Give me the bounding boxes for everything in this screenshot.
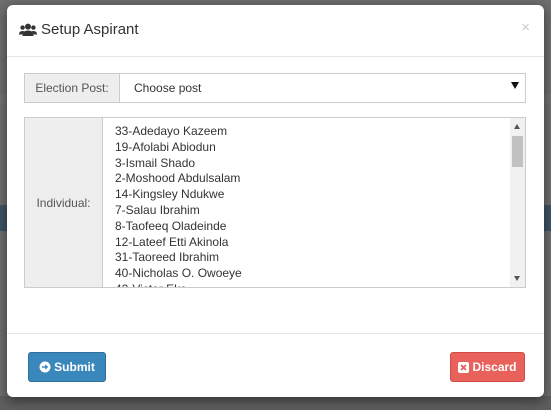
submit-button[interactable]: Submit bbox=[28, 352, 106, 382]
election-post-group: Election Post: Choose post bbox=[24, 73, 526, 103]
list-item[interactable]: 40-Nicholas O. Owoeye bbox=[115, 266, 242, 282]
election-post-selected-value: Choose post bbox=[134, 81, 202, 95]
election-post-label: Election Post: bbox=[24, 73, 119, 103]
scroll-up-icon[interactable] bbox=[514, 124, 520, 129]
individual-group: Individual: 33-Adedayo Kazeem 19-Afolabi … bbox=[24, 117, 526, 288]
list-item[interactable]: 31-Taoreed Ibrahim bbox=[115, 250, 242, 266]
list-item[interactable]: 2-Moshood Abdulsalam bbox=[115, 171, 242, 187]
close-icon[interactable]: × bbox=[521, 19, 530, 36]
list-item[interactable]: 14-Kingsley Ndukwe bbox=[115, 187, 242, 203]
times-icon bbox=[458, 361, 470, 373]
election-post-select[interactable]: Choose post bbox=[119, 73, 526, 103]
discard-button[interactable]: Discard bbox=[450, 352, 525, 382]
modal-title: Setup Aspirant bbox=[19, 21, 139, 38]
individual-listbox[interactable]: 33-Adedayo Kazeem 19-Afolabi Abiodun 3-Ism… bbox=[102, 117, 526, 288]
modal-footer: Submit Discard bbox=[7, 333, 544, 397]
discard-label: Discard bbox=[472, 360, 517, 374]
modal-title-text: Setup Aspirant bbox=[41, 21, 139, 38]
users-icon bbox=[19, 23, 37, 36]
arrow-right-icon bbox=[39, 361, 51, 373]
caret-down-icon bbox=[511, 82, 519, 89]
list-item[interactable]: 33-Adedayo Kazeem bbox=[115, 124, 242, 140]
scroll-down-icon[interactable] bbox=[514, 276, 520, 281]
list-item[interactable]: 8-Taofeeq Oladeinde bbox=[115, 219, 242, 235]
individual-label: Individual: bbox=[24, 117, 102, 288]
list-item[interactable]: 7-Salau Ibrahim bbox=[115, 203, 242, 219]
list-item[interactable]: 42-Victor Eke bbox=[115, 282, 242, 287]
background-footer bbox=[0, 396, 551, 410]
list-item[interactable]: 12-Lateef Etti Akinola bbox=[115, 235, 242, 251]
list-item[interactable]: 19-Afolabi Abiodun bbox=[115, 140, 242, 156]
submit-label: Submit bbox=[54, 360, 95, 374]
listbox-scrollbar[interactable] bbox=[510, 118, 525, 287]
modal-header: Setup Aspirant × bbox=[7, 5, 544, 57]
list-item[interactable]: 3-Ismail Shado bbox=[115, 156, 242, 172]
individual-options: 33-Adedayo Kazeem 19-Afolabi Abiodun 3-Ism… bbox=[115, 124, 242, 287]
scroll-thumb[interactable] bbox=[512, 136, 523, 167]
setup-aspirant-modal: Setup Aspirant × Election Post: Choose p… bbox=[7, 5, 544, 397]
